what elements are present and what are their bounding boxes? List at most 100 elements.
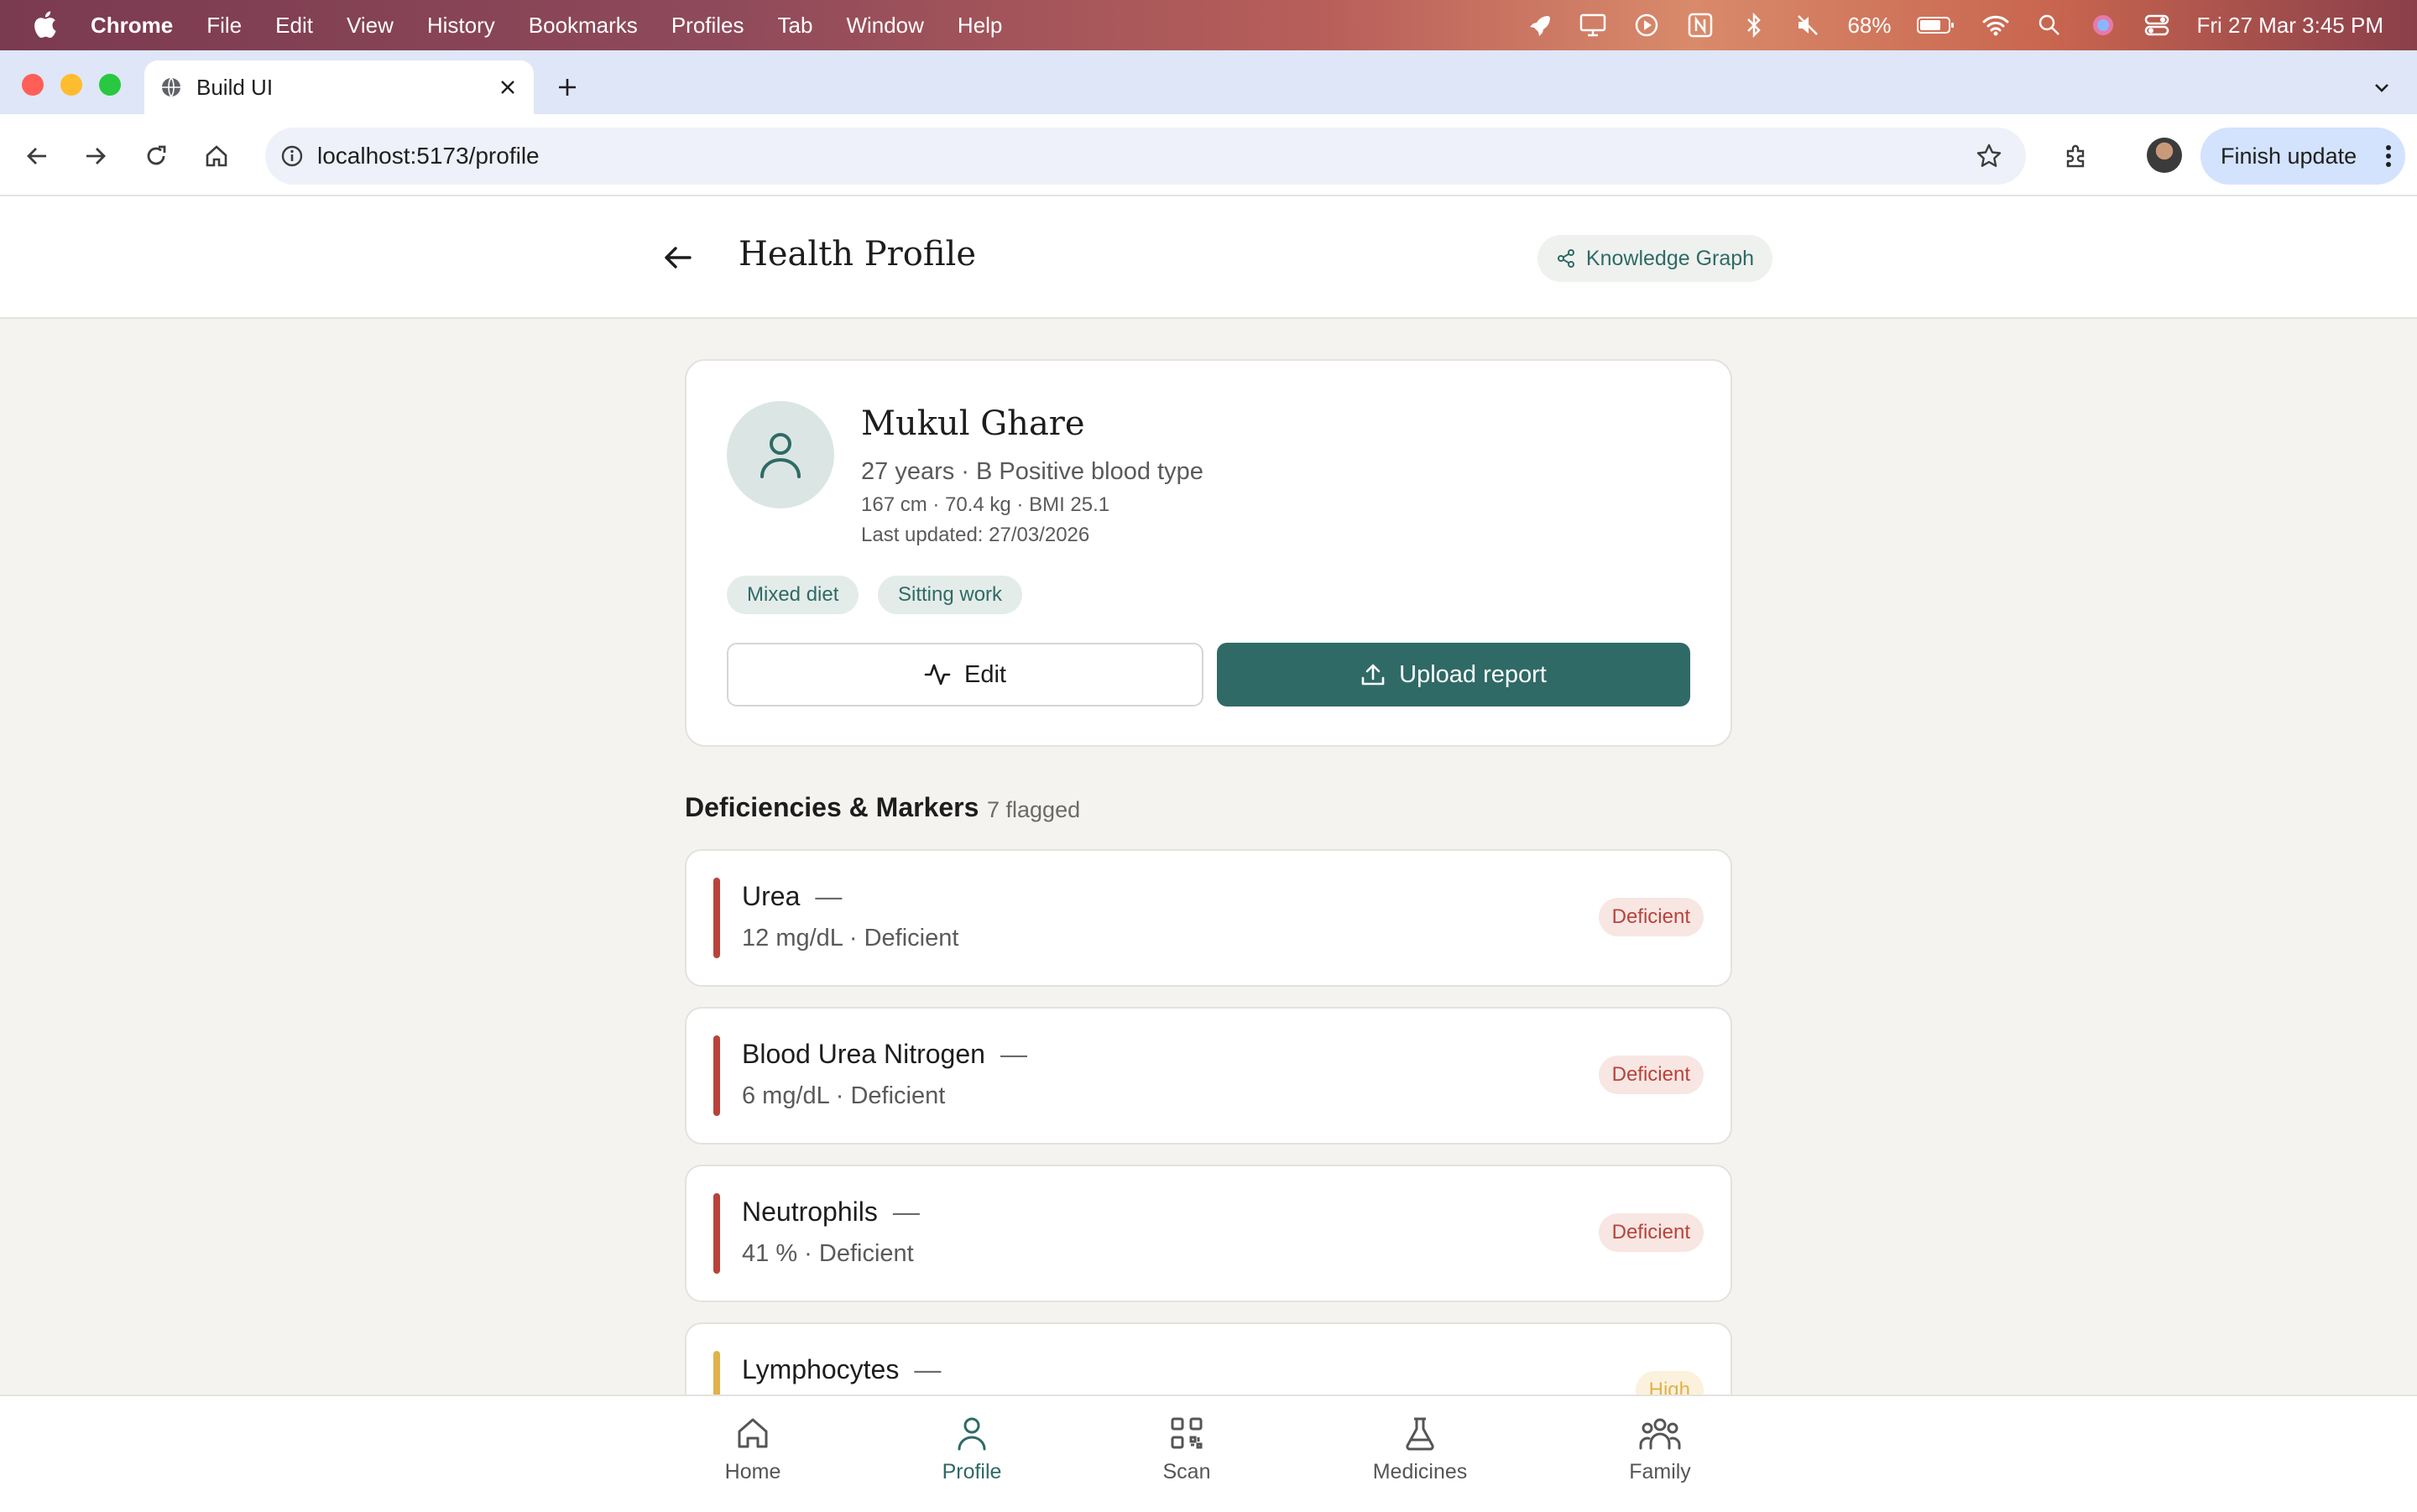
nav-family[interactable]: Family (1584, 1415, 1736, 1499)
marker-name: Lymphocytes (742, 1354, 900, 1384)
menu-tab[interactable]: Tab (761, 13, 830, 39)
site-info-icon[interactable] (280, 144, 304, 168)
marker-name: Neutrophils (742, 1197, 878, 1227)
marker-detail: 12 mg/dL · Deficient (742, 925, 959, 952)
home-icon (734, 1415, 771, 1452)
tab-close-icon[interactable] (495, 75, 520, 100)
status-badge: Deficient (1598, 898, 1704, 936)
menu-datetime[interactable]: Fri 27 Mar 3:45 PM (2196, 13, 2383, 39)
severity-bar (713, 1035, 720, 1116)
macos-menu-bar: Chrome File Edit View History Bookmarks … (0, 0, 2417, 50)
marker-card[interactable]: Blood Urea Nitrogen — 6 mg/dL · Deficient… (685, 1007, 1732, 1144)
url-text[interactable]: localhost:5173/profile (317, 143, 540, 169)
upload-report-label: Upload report (1399, 660, 1547, 688)
marker-name-row: Blood Urea Nitrogen — (742, 1039, 1027, 1070)
profile-name: Mukul Ghare (861, 404, 1085, 443)
menu-edit[interactable]: Edit (258, 13, 330, 39)
siri-icon[interactable] (2089, 11, 2117, 39)
page-title: Health Profile (739, 235, 977, 274)
new-tab-plus-icon[interactable] (551, 70, 584, 104)
wifi-icon[interactable] (1981, 11, 2010, 39)
nav-home-label: Home (724, 1460, 781, 1483)
window-zoom-button[interactable] (99, 74, 121, 96)
marker-name: Urea (742, 881, 801, 911)
status-badge: Deficient (1598, 1056, 1704, 1094)
play-circle-icon[interactable] (1632, 11, 1661, 39)
bookmark-star-icon[interactable] (1976, 143, 2002, 169)
profile-age-blood: 27 years · B Positive blood type (861, 458, 1203, 485)
nav-profile[interactable]: Profile (896, 1415, 1047, 1499)
chrome-profile-avatar[interactable] (2147, 138, 2182, 173)
nav-family-label: Family (1629, 1460, 1691, 1483)
menu-help[interactable]: Help (941, 13, 1019, 39)
edit-label: Edit (964, 660, 1006, 688)
display-icon[interactable] (1579, 11, 1607, 39)
reload-icon[interactable] (138, 138, 175, 175)
nav-scan[interactable]: Scan (1111, 1415, 1262, 1499)
mute-icon[interactable] (1793, 11, 1822, 39)
apple-logo-icon[interactable] (32, 10, 57, 39)
knowledge-graph-button[interactable]: Knowledge Graph (1537, 235, 1772, 282)
address-bar[interactable]: localhost:5173/profile (265, 128, 2026, 185)
window-minimize-button[interactable] (60, 74, 82, 96)
battery-percent: 68% (1847, 12, 1892, 38)
menu-bookmarks[interactable]: Bookmarks (512, 13, 655, 39)
marker-name-row: Neutrophils — (742, 1197, 920, 1228)
profile-body-metrics: 167 cm · 70.4 kg · BMI 25.1 (861, 493, 1110, 516)
window-close-button[interactable] (22, 74, 44, 96)
severity-bar (713, 1193, 720, 1274)
flagged-count: 7 flagged (987, 797, 1081, 822)
spotlight-search-icon[interactable] (2035, 11, 2064, 39)
nav-medicines-label: Medicines (1372, 1460, 1468, 1483)
menu-profiles[interactable]: Profiles (655, 13, 761, 39)
section-title: Deficiencies & Markers (685, 792, 979, 822)
app-header (0, 196, 2417, 319)
family-icon (1639, 1415, 1681, 1452)
menu-file[interactable]: File (190, 13, 258, 39)
finish-update-button[interactable]: Finish update (2200, 128, 2405, 185)
browser-back-icon[interactable] (18, 138, 55, 175)
control-center-icon[interactable] (2143, 11, 2171, 39)
marker-trend: — (914, 1354, 942, 1384)
marker-name: Blood Urea Nitrogen (742, 1039, 985, 1069)
menu-window[interactable]: Window (829, 13, 940, 39)
browser-tab-active[interactable]: Build UI (144, 60, 534, 114)
nav-scan-label: Scan (1162, 1460, 1211, 1483)
profile-last-updated: Last updated: 27/03/2026 (861, 524, 1090, 546)
user-avatar (727, 401, 834, 508)
nav-profile-label: Profile (942, 1460, 1002, 1483)
upload-report-button[interactable]: Upload report (1217, 643, 1690, 706)
finish-update-label: Finish update (2221, 143, 2357, 169)
user-icon (757, 430, 804, 480)
tag-diet: Mixed diet (727, 576, 859, 614)
extensions-puzzle-icon[interactable] (2058, 138, 2095, 175)
tab-search-chevron-icon[interactable] (2365, 70, 2399, 104)
globe-icon (159, 76, 183, 99)
tag-work: Sitting work (878, 576, 1023, 614)
marker-card[interactable]: Urea — 12 mg/dL · Deficient Deficient (685, 849, 1732, 987)
share-nodes-icon (1556, 248, 1576, 269)
bluetooth-icon[interactable] (1740, 11, 1768, 39)
nav-home[interactable]: Home (677, 1415, 828, 1499)
marker-trend: — (1000, 1039, 1027, 1069)
browser-forward-icon[interactable] (77, 138, 114, 175)
status-badge: Deficient (1598, 1213, 1704, 1252)
more-vertical-icon[interactable] (2383, 143, 2394, 169)
notion-icon[interactable] (1686, 11, 1715, 39)
home-browser-icon[interactable] (198, 138, 235, 175)
qr-scan-icon (1168, 1415, 1205, 1452)
nav-medicines[interactable]: Medicines (1344, 1415, 1496, 1499)
marker-trend: — (892, 1197, 920, 1227)
marker-detail: 41 % · Deficient (742, 1240, 914, 1267)
flask-icon (1402, 1415, 1438, 1452)
battery-icon[interactable] (1916, 11, 1956, 39)
edit-button[interactable]: Edit (727, 643, 1203, 706)
rocket-icon[interactable] (1525, 11, 1553, 39)
menu-app-name[interactable]: Chrome (91, 13, 190, 39)
menu-history[interactable]: History (410, 13, 512, 39)
marker-trend: — (815, 881, 843, 911)
back-arrow-icon[interactable] (658, 238, 697, 277)
severity-bar (713, 878, 720, 958)
marker-card[interactable]: Neutrophils — 41 % · Deficient Deficient (685, 1165, 1732, 1302)
menu-view[interactable]: View (330, 13, 410, 39)
